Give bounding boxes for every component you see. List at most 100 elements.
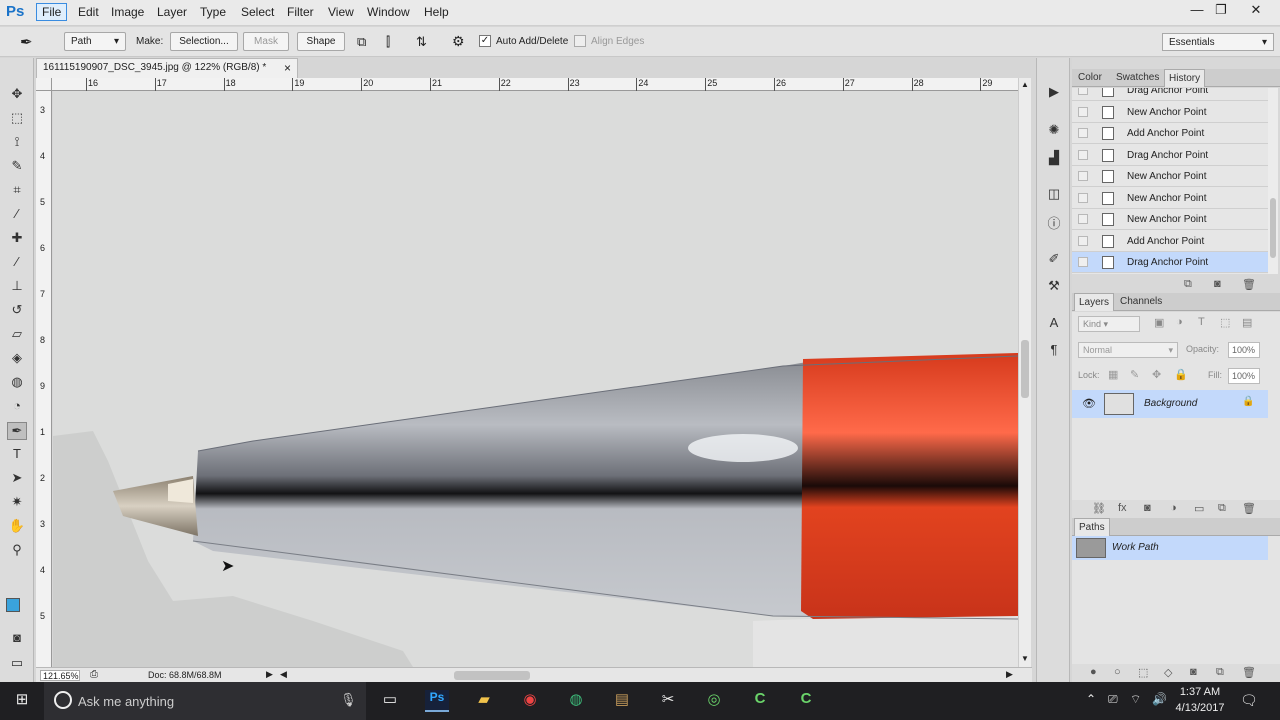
history-state-row[interactable]: New Anchor Point bbox=[1072, 101, 1268, 123]
lasso-tool-icon[interactable]: ⟟ bbox=[7, 134, 27, 152]
menu-layer[interactable]: Layer bbox=[157, 5, 187, 19]
menu-help[interactable]: Help bbox=[424, 5, 449, 19]
scroll-down-icon[interactable]: ▼ bbox=[1021, 654, 1029, 663]
history-source-checkbox[interactable] bbox=[1078, 214, 1088, 224]
tab-layers[interactable]: Layers bbox=[1074, 293, 1115, 311]
tab-color[interactable]: Color bbox=[1074, 69, 1106, 87]
brush-presets-icon[interactable]: ✐ bbox=[1045, 251, 1063, 269]
menu-type[interactable]: Type bbox=[200, 5, 226, 19]
delete-path-icon[interactable]: 🗑 bbox=[1242, 666, 1256, 679]
history-source-checkbox[interactable] bbox=[1078, 171, 1088, 181]
healing-brush-tool-icon[interactable]: ✚ bbox=[7, 230, 27, 248]
opacity-field[interactable]: 100% bbox=[1228, 342, 1260, 358]
quick-select-tool-icon[interactable]: ✎ bbox=[7, 158, 27, 176]
foreground-color-swatch[interactable] bbox=[6, 598, 20, 612]
tab-channels[interactable]: Channels bbox=[1116, 293, 1166, 311]
menu-view[interactable]: View bbox=[328, 5, 354, 19]
brush-tool-icon[interactable]: ⁄ bbox=[7, 254, 27, 272]
adjustments-icon[interactable]: ✺ bbox=[1045, 122, 1063, 140]
new-document-from-state-icon[interactable]: ⧉ bbox=[1184, 278, 1192, 291]
ruler-horizontal[interactable]: 16 17 18 19 20 21 22 23 24 25 26 27 28 29 bbox=[52, 78, 1018, 91]
clock-time[interactable]: 1:37 AM bbox=[1172, 686, 1228, 698]
history-state-row[interactable]: Drag Anchor Point bbox=[1072, 144, 1268, 166]
clock-date[interactable]: 4/13/2017 bbox=[1172, 702, 1228, 714]
archive-app-icon[interactable]: ▤ bbox=[610, 690, 634, 712]
action-center-icon[interactable]: 🗨 bbox=[1240, 692, 1258, 709]
info-icon[interactable]: ⓘ bbox=[1045, 213, 1063, 231]
lock-position-icon[interactable]: ✥ bbox=[1152, 368, 1161, 381]
shape-tool-icon[interactable]: ✷ bbox=[7, 494, 27, 512]
path-select-tool-icon[interactable]: ➤ bbox=[7, 470, 27, 488]
tab-history[interactable]: History bbox=[1164, 69, 1206, 87]
minimize-button[interactable]: — bbox=[1184, 2, 1210, 20]
camtasia-studio-icon[interactable]: C bbox=[748, 690, 772, 712]
filter-shape-icon[interactable]: ⬚ bbox=[1220, 316, 1230, 329]
filter-type-icon[interactable]: T bbox=[1198, 316, 1205, 328]
paint-bucket-tool-icon[interactable]: ◈ bbox=[7, 350, 27, 368]
screen-mode-icon[interactable]: ▭ bbox=[7, 655, 27, 673]
tab-swatches[interactable]: Swatches bbox=[1112, 69, 1163, 87]
history-source-checkbox[interactable] bbox=[1078, 88, 1088, 95]
make-mask-button[interactable]: Mask bbox=[243, 32, 289, 51]
paragraph-icon[interactable]: ¶ bbox=[1045, 342, 1063, 360]
history-brush-tool-icon[interactable]: ↺ bbox=[7, 302, 27, 320]
adjustment-layer-icon[interactable]: ◑ bbox=[1170, 502, 1177, 514]
menu-image[interactable]: Image bbox=[111, 5, 144, 19]
fill-path-icon[interactable]: ● bbox=[1090, 666, 1097, 678]
layer-mask-icon[interactable]: ◙ bbox=[1144, 502, 1151, 514]
make-shape-button[interactable]: Shape bbox=[297, 32, 345, 51]
workspace-select[interactable]: Essentials ▾ bbox=[1162, 33, 1274, 51]
history-source-checkbox[interactable] bbox=[1078, 235, 1088, 246]
layer-row-background[interactable]: 👁 Background 🔒 bbox=[1072, 390, 1268, 418]
history-state-row[interactable]: Add Anchor Point bbox=[1072, 123, 1268, 144]
eraser-tool-icon[interactable]: ▱ bbox=[7, 326, 27, 344]
close-window-button[interactable]: ✕ bbox=[1243, 2, 1269, 20]
history-state-row[interactable]: Add Anchor Point bbox=[1072, 230, 1268, 252]
export-icon[interactable]: ⎙ bbox=[90, 669, 98, 680]
tray-volume-icon[interactable]: 🔊 bbox=[1152, 692, 1167, 706]
history-source-checkbox[interactable] bbox=[1078, 149, 1088, 160]
eyedropper-tool-icon[interactable]: ⁄ bbox=[7, 206, 27, 224]
history-source-checkbox[interactable] bbox=[1078, 257, 1088, 267]
filter-pixel-icon[interactable]: ▣ bbox=[1154, 316, 1164, 329]
menu-filter[interactable]: Filter bbox=[287, 5, 314, 19]
path-row-work-path[interactable]: Work Path bbox=[1072, 536, 1268, 560]
character-icon[interactable]: A bbox=[1045, 315, 1063, 333]
document-canvas[interactable]: ➤ bbox=[53, 91, 1018, 667]
blur-tool-icon[interactable]: ◍ bbox=[7, 374, 27, 392]
cortana-search-box[interactable]: Ask me anything 🎙 bbox=[44, 682, 366, 720]
selection-as-path-icon[interactable]: ◇ bbox=[1164, 666, 1172, 679]
chrome-icon[interactable]: ◉ bbox=[518, 690, 542, 712]
history-state-row[interactable]: New Anchor Point bbox=[1072, 187, 1268, 209]
scroll-up-icon[interactable]: ▲ bbox=[1021, 80, 1029, 89]
history-state-row[interactable]: Drag Anchor Point bbox=[1072, 88, 1268, 101]
tray-wifi-icon[interactable]: ⌔ bbox=[1130, 692, 1141, 707]
type-tool-icon[interactable]: T bbox=[7, 446, 27, 464]
menu-select[interactable]: Select bbox=[241, 5, 274, 19]
menu-edit[interactable]: Edit bbox=[78, 5, 99, 19]
new-path-icon[interactable]: ⧉ bbox=[1216, 666, 1224, 679]
windows-start-icon[interactable]: ⊞ bbox=[10, 690, 34, 712]
history-source-checkbox[interactable] bbox=[1078, 128, 1088, 138]
path-operations-icon[interactable]: ⧉ bbox=[357, 34, 366, 50]
document-tab[interactable]: 161115190907_DSC_3945.jpg @ 122% (RGB/8)… bbox=[36, 58, 298, 78]
play-actions-icon[interactable]: ▶ bbox=[1045, 84, 1063, 102]
task-view-icon[interactable]: ▭ bbox=[378, 690, 402, 712]
visibility-eye-icon[interactable]: 👁 bbox=[1082, 397, 1096, 410]
filter-adjustment-icon[interactable]: ◑ bbox=[1176, 316, 1183, 328]
close-tab-icon[interactable]: × bbox=[284, 61, 291, 75]
history-state-row[interactable]: New Anchor Point bbox=[1072, 209, 1268, 230]
ruler-origin[interactable] bbox=[36, 78, 52, 91]
history-state-row[interactable]: Drag Anchor Point bbox=[1072, 252, 1268, 273]
file-explorer-icon[interactable]: ▰ bbox=[472, 690, 496, 712]
blend-mode-select[interactable]: Normal ▾ bbox=[1078, 342, 1178, 358]
move-tool-icon[interactable]: ✥ bbox=[7, 86, 27, 104]
marquee-tool-icon[interactable]: ⬚ bbox=[7, 110, 27, 128]
menu-file[interactable]: File bbox=[36, 3, 68, 21]
dodge-tool-icon[interactable]: ◔ bbox=[7, 398, 27, 416]
kind-filter-select[interactable]: Kind ▾ bbox=[1078, 316, 1140, 332]
lock-all-icon[interactable]: 🔒 bbox=[1174, 368, 1188, 381]
stroke-path-icon[interactable]: ○ bbox=[1114, 666, 1121, 678]
history-source-checkbox[interactable] bbox=[1078, 192, 1088, 203]
scroll-left-icon[interactable]: ◀ bbox=[280, 669, 287, 680]
